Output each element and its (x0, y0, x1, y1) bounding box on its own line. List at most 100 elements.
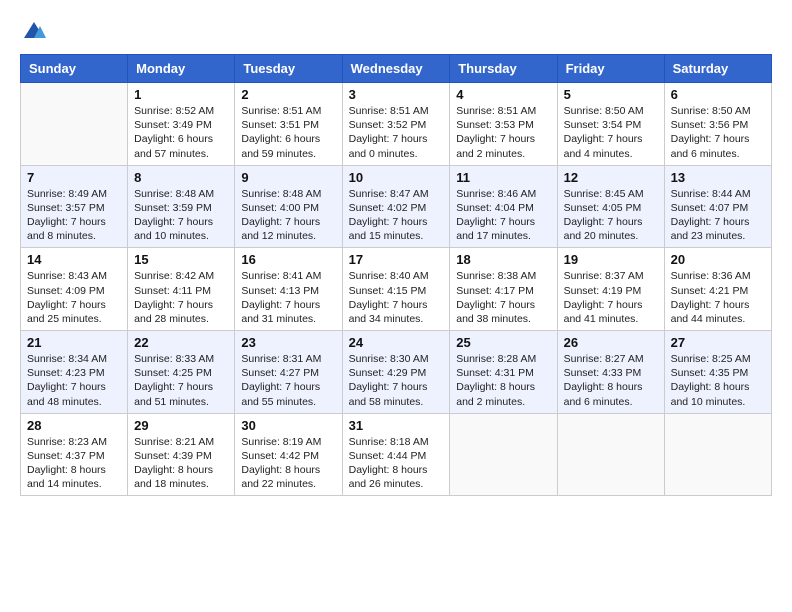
calendar-cell: 24 Sunrise: 8:30 AMSunset: 4:29 PMDayligh… (342, 331, 450, 414)
calendar-table: SundayMondayTuesdayWednesdayThursdayFrid… (20, 54, 772, 496)
day-number: 15 (134, 252, 228, 267)
day-number: 9 (241, 170, 335, 185)
day-number: 13 (671, 170, 765, 185)
day-info: Sunrise: 8:48 AMSunset: 4:00 PMDaylight:… (241, 187, 335, 244)
day-info: Sunrise: 8:21 AMSunset: 4:39 PMDaylight:… (134, 435, 228, 492)
calendar-cell (557, 413, 664, 496)
day-info: Sunrise: 8:30 AMSunset: 4:29 PMDaylight:… (349, 352, 444, 409)
day-info: Sunrise: 8:18 AMSunset: 4:44 PMDaylight:… (349, 435, 444, 492)
day-number: 27 (671, 335, 765, 350)
day-info: Sunrise: 8:42 AMSunset: 4:11 PMDaylight:… (134, 269, 228, 326)
day-number: 31 (349, 418, 444, 433)
calendar-cell (450, 413, 557, 496)
day-number: 1 (134, 87, 228, 102)
calendar-week-row: 14 Sunrise: 8:43 AMSunset: 4:09 PMDayligh… (21, 248, 772, 331)
calendar-cell: 29 Sunrise: 8:21 AMSunset: 4:39 PMDayligh… (128, 413, 235, 496)
day-info: Sunrise: 8:37 AMSunset: 4:19 PMDaylight:… (564, 269, 658, 326)
day-info: Sunrise: 8:23 AMSunset: 4:37 PMDaylight:… (27, 435, 121, 492)
calendar-cell: 30 Sunrise: 8:19 AMSunset: 4:42 PMDayligh… (235, 413, 342, 496)
calendar-header-row: SundayMondayTuesdayWednesdayThursdayFrid… (21, 55, 772, 83)
day-number: 22 (134, 335, 228, 350)
day-number: 14 (27, 252, 121, 267)
calendar-cell: 13 Sunrise: 8:44 AMSunset: 4:07 PMDayligh… (664, 165, 771, 248)
day-info: Sunrise: 8:25 AMSunset: 4:35 PMDaylight:… (671, 352, 765, 409)
day-info: Sunrise: 8:44 AMSunset: 4:07 PMDaylight:… (671, 187, 765, 244)
calendar-cell: 22 Sunrise: 8:33 AMSunset: 4:25 PMDayligh… (128, 331, 235, 414)
weekday-header-wednesday: Wednesday (342, 55, 450, 83)
day-info: Sunrise: 8:27 AMSunset: 4:33 PMDaylight:… (564, 352, 658, 409)
day-number: 28 (27, 418, 121, 433)
weekday-header-friday: Friday (557, 55, 664, 83)
calendar-cell: 3 Sunrise: 8:51 AMSunset: 3:52 PMDaylight… (342, 83, 450, 166)
calendar-cell: 31 Sunrise: 8:18 AMSunset: 4:44 PMDayligh… (342, 413, 450, 496)
calendar-week-row: 7 Sunrise: 8:49 AMSunset: 3:57 PMDaylight… (21, 165, 772, 248)
logo (20, 20, 46, 44)
day-info: Sunrise: 8:50 AMSunset: 3:56 PMDaylight:… (671, 104, 765, 161)
calendar-cell: 2Sunrise: 8:51 AMSunset: 3:51 PMDaylight… (235, 83, 342, 166)
calendar-cell: 20Sunrise: 8:36 AMSunset: 4:21 PMDayligh… (664, 248, 771, 331)
day-info: Sunrise: 8:40 AMSunset: 4:15 PMDaylight:… (349, 269, 444, 326)
calendar-cell: 7 Sunrise: 8:49 AMSunset: 3:57 PMDaylight… (21, 165, 128, 248)
day-number: 26 (564, 335, 658, 350)
calendar-cell: 28 Sunrise: 8:23 AMSunset: 4:37 PMDayligh… (21, 413, 128, 496)
day-number: 10 (349, 170, 444, 185)
calendar-cell: 11Sunrise: 8:46 AMSunset: 4:04 PMDayligh… (450, 165, 557, 248)
day-info: Sunrise: 8:28 AMSunset: 4:31 PMDaylight:… (456, 352, 550, 409)
day-info: Sunrise: 8:33 AMSunset: 4:25 PMDaylight:… (134, 352, 228, 409)
calendar-cell: 1Sunrise: 8:52 AMSunset: 3:49 PMDaylight… (128, 83, 235, 166)
day-info: Sunrise: 8:43 AMSunset: 4:09 PMDaylight:… (27, 269, 121, 326)
calendar-week-row: 1Sunrise: 8:52 AMSunset: 3:49 PMDaylight… (21, 83, 772, 166)
calendar-cell: 19 Sunrise: 8:37 AMSunset: 4:19 PMDayligh… (557, 248, 664, 331)
day-info: Sunrise: 8:41 AMSunset: 4:13 PMDaylight:… (241, 269, 335, 326)
day-number: 16 (241, 252, 335, 267)
page-header (20, 20, 772, 44)
day-info: Sunrise: 8:50 AMSunset: 3:54 PMDaylight:… (564, 104, 658, 161)
day-number: 19 (564, 252, 658, 267)
calendar-cell: 9 Sunrise: 8:48 AMSunset: 4:00 PMDaylight… (235, 165, 342, 248)
day-info: Sunrise: 8:38 AMSunset: 4:17 PMDaylight:… (456, 269, 550, 326)
calendar-cell: 4 Sunrise: 8:51 AMSunset: 3:53 PMDaylight… (450, 83, 557, 166)
day-number: 3 (349, 87, 444, 102)
calendar-cell: 23 Sunrise: 8:31 AMSunset: 4:27 PMDayligh… (235, 331, 342, 414)
day-info: Sunrise: 8:48 AMSunset: 3:59 PMDaylight:… (134, 187, 228, 244)
calendar-cell: 12Sunrise: 8:45 AMSunset: 4:05 PMDayligh… (557, 165, 664, 248)
day-info: Sunrise: 8:47 AMSunset: 4:02 PMDaylight:… (349, 187, 444, 244)
day-number: 5 (564, 87, 658, 102)
calendar-week-row: 21Sunrise: 8:34 AMSunset: 4:23 PMDayligh… (21, 331, 772, 414)
day-number: 21 (27, 335, 121, 350)
logo-icon (22, 20, 46, 44)
day-info: Sunrise: 8:19 AMSunset: 4:42 PMDaylight:… (241, 435, 335, 492)
calendar-cell: 15 Sunrise: 8:42 AMSunset: 4:11 PMDayligh… (128, 248, 235, 331)
calendar-cell (21, 83, 128, 166)
day-number: 17 (349, 252, 444, 267)
day-info: Sunrise: 8:51 AMSunset: 3:51 PMDaylight:… (241, 104, 335, 161)
calendar-cell: 26 Sunrise: 8:27 AMSunset: 4:33 PMDayligh… (557, 331, 664, 414)
day-number: 7 (27, 170, 121, 185)
calendar-cell: 14 Sunrise: 8:43 AMSunset: 4:09 PMDayligh… (21, 248, 128, 331)
day-info: Sunrise: 8:46 AMSunset: 4:04 PMDaylight:… (456, 187, 550, 244)
day-number: 23 (241, 335, 335, 350)
day-number: 24 (349, 335, 444, 350)
weekday-header-tuesday: Tuesday (235, 55, 342, 83)
weekday-header-thursday: Thursday (450, 55, 557, 83)
day-info: Sunrise: 8:49 AMSunset: 3:57 PMDaylight:… (27, 187, 121, 244)
day-number: 6 (671, 87, 765, 102)
day-info: Sunrise: 8:31 AMSunset: 4:27 PMDaylight:… (241, 352, 335, 409)
day-number: 4 (456, 87, 550, 102)
day-number: 30 (241, 418, 335, 433)
day-info: Sunrise: 8:45 AMSunset: 4:05 PMDaylight:… (564, 187, 658, 244)
day-number: 29 (134, 418, 228, 433)
weekday-header-monday: Monday (128, 55, 235, 83)
weekday-header-sunday: Sunday (21, 55, 128, 83)
calendar-cell: 5 Sunrise: 8:50 AMSunset: 3:54 PMDaylight… (557, 83, 664, 166)
calendar-cell (664, 413, 771, 496)
day-number: 8 (134, 170, 228, 185)
day-number: 20 (671, 252, 765, 267)
calendar-cell: 10 Sunrise: 8:47 AMSunset: 4:02 PMDayligh… (342, 165, 450, 248)
day-number: 18 (456, 252, 550, 267)
calendar-cell: 27 Sunrise: 8:25 AMSunset: 4:35 PMDayligh… (664, 331, 771, 414)
calendar-cell: 18 Sunrise: 8:38 AMSunset: 4:17 PMDayligh… (450, 248, 557, 331)
calendar-cell: 21Sunrise: 8:34 AMSunset: 4:23 PMDayligh… (21, 331, 128, 414)
day-info: Sunrise: 8:51 AMSunset: 3:52 PMDaylight:… (349, 104, 444, 161)
day-info: Sunrise: 8:51 AMSunset: 3:53 PMDaylight:… (456, 104, 550, 161)
